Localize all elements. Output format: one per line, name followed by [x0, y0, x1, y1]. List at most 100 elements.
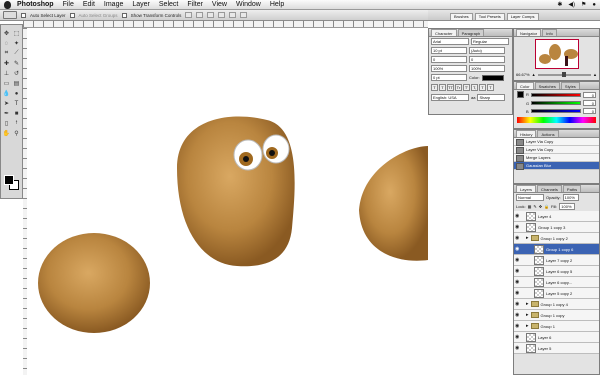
tab-channels[interactable]: Channels [537, 185, 562, 192]
green-value[interactable]: 0 [583, 100, 596, 106]
menu-image[interactable]: Image [104, 1, 123, 8]
zoom-slider[interactable] [537, 71, 592, 77]
align-center-icon[interactable] [229, 12, 237, 18]
red-value[interactable]: 0 [583, 91, 596, 98]
visibility-eye-icon[interactable]: ◉ [515, 290, 520, 296]
history-item[interactable]: Layer Via Copy [514, 146, 599, 154]
stamp-tool-icon[interactable]: ⊥ [2, 69, 11, 78]
menu-app[interactable]: Photoshop [17, 1, 54, 8]
auto-select-layer-checkbox[interactable] [21, 12, 26, 18]
color-fg-preview[interactable] [517, 91, 524, 98]
tab-navigator[interactable]: Navigator [516, 29, 542, 36]
layer-group-row[interactable]: ◉ ▸ Group 1 copy [514, 310, 599, 321]
visibility-eye-icon[interactable]: ◉ [515, 246, 520, 252]
gradient-tool-icon[interactable]: ▤ [12, 79, 21, 88]
brush-tool-icon[interactable]: ✎ [12, 59, 21, 68]
history-item[interactable]: Layer Via Copy [514, 138, 599, 146]
font-style-select[interactable]: Regular [471, 38, 509, 45]
visibility-eye-icon[interactable]: ◉ [515, 301, 520, 307]
subscript-button[interactable]: T, [471, 84, 478, 91]
superscript-button[interactable]: T' [463, 84, 470, 91]
expand-triangle-icon[interactable]: ▸ [526, 312, 529, 318]
lock-all-icon[interactable]: 🔒 [544, 204, 549, 209]
menu-view[interactable]: View [212, 1, 227, 8]
auto-select-groups-checkbox[interactable] [69, 12, 75, 18]
history-item[interactable]: Merge Layers [514, 154, 599, 162]
align-bottom-icon[interactable] [207, 12, 215, 18]
visibility-eye-icon[interactable]: ◉ [515, 257, 520, 263]
fill-field[interactable]: 100% [559, 203, 576, 210]
pen-tool-icon[interactable]: ✒ [2, 109, 11, 118]
document-canvas[interactable] [27, 28, 428, 375]
foreground-color-swatch[interactable] [4, 175, 14, 185]
faux-italic-button[interactable]: T [439, 84, 446, 91]
crop-tool-icon[interactable]: ⌗ [2, 49, 11, 58]
shape-tool-icon[interactable]: ■ [12, 109, 21, 118]
strikethrough-button[interactable]: T [487, 84, 494, 91]
layer-row[interactable]: ◉ Layer 4 [514, 211, 599, 222]
visibility-eye-icon[interactable]: ◉ [515, 334, 520, 340]
bluetooth-icon[interactable]: ✱ [557, 1, 562, 8]
layer-row[interactable]: ◉ Group 1 copy 3 [514, 222, 599, 233]
blur-tool-icon[interactable]: 💧 [2, 89, 11, 98]
align-left-icon[interactable] [218, 12, 226, 18]
well-tab-tool-presets[interactable]: Tool Presets [474, 13, 505, 20]
all-caps-button[interactable]: TT [447, 84, 454, 91]
tab-styles[interactable]: Styles [560, 82, 580, 89]
apple-menu-icon[interactable] [4, 0, 11, 9]
blue-value[interactable]: 0 [583, 108, 596, 114]
zoom-out-icon[interactable]: ▲ [532, 72, 536, 77]
expand-triangle-icon[interactable]: ▸ [526, 235, 529, 241]
well-tab-layer-comps[interactable]: Layer Comps [506, 13, 539, 20]
visibility-eye-icon[interactable]: ◉ [515, 213, 520, 219]
tab-info[interactable]: Info [542, 29, 557, 36]
eyedropper-icon[interactable]: ⟊ [12, 119, 21, 128]
flag-icon[interactable]: ⚑ [581, 1, 586, 8]
color-ramp[interactable] [517, 117, 596, 123]
visibility-eye-icon[interactable]: ◉ [515, 345, 520, 351]
hand-tool-icon[interactable]: ✋ [2, 129, 11, 138]
path-select-icon[interactable]: ➤ [2, 99, 11, 108]
language-select[interactable]: English: USA [431, 94, 469, 101]
blend-mode-select[interactable]: Normal [516, 194, 544, 201]
menu-help[interactable]: Help [270, 1, 284, 8]
horizontal-scale-field[interactable]: 100% [469, 65, 505, 72]
visibility-eye-icon[interactable]: ◉ [515, 279, 520, 285]
menu-edit[interactable]: Edit [83, 1, 95, 8]
tab-character[interactable]: Character [431, 29, 457, 36]
menu-window[interactable]: Window [236, 1, 261, 8]
visibility-eye-icon[interactable]: ◉ [515, 323, 520, 329]
visibility-eye-icon[interactable]: ◉ [515, 224, 520, 230]
align-right-icon[interactable] [240, 12, 248, 18]
notes-tool-icon[interactable]: ▯ [2, 119, 11, 128]
tab-layers[interactable]: Layers [516, 185, 537, 192]
leading-field[interactable]: (Auto) [469, 47, 505, 54]
visibility-eye-icon[interactable]: ◉ [515, 312, 520, 318]
baseline-shift-field[interactable]: 0 pt [431, 74, 467, 81]
red-slider[interactable] [530, 92, 581, 97]
ruler-horizontal[interactable] [23, 21, 428, 28]
lock-transparency-icon[interactable]: ▦ [528, 204, 532, 209]
zoom-tool-icon[interactable]: ⚲ [12, 129, 21, 138]
layer-row[interactable]: ◉ Layer 5 copy 2 [514, 288, 599, 299]
text-color-swatch[interactable] [481, 74, 504, 81]
move-tool-icon[interactable]: ✥ [2, 29, 11, 38]
faux-bold-button[interactable]: T [431, 84, 438, 91]
expand-triangle-icon[interactable]: ▸ [526, 301, 529, 307]
tab-color[interactable]: Color [516, 82, 534, 89]
zoom-value[interactable]: 66.67% [516, 72, 530, 77]
layer-row-selected[interactable]: ◉ Group 1 copy 6 [514, 244, 599, 255]
font-family-select[interactable]: Arial [431, 38, 469, 45]
underline-button[interactable]: T [479, 84, 486, 91]
menu-filter[interactable]: Filter [187, 1, 203, 8]
layer-row[interactable]: ◉ Layer 5 [514, 343, 599, 354]
lasso-tool-icon[interactable]: ◌ [2, 39, 11, 48]
expand-triangle-icon[interactable]: ▸ [526, 323, 529, 329]
zoom-in-icon[interactable]: ▲ [593, 72, 597, 77]
dodge-tool-icon[interactable]: ● [12, 89, 21, 98]
layer-group-row[interactable]: ◉ ▸ Group 1 [514, 321, 599, 332]
volume-icon[interactable]: ◀) [568, 1, 575, 8]
show-transform-checkbox[interactable] [121, 12, 127, 18]
layer-row[interactable]: ◉ Layer 6 copy 5 [514, 266, 599, 277]
tab-actions[interactable]: Actions [537, 130, 559, 137]
